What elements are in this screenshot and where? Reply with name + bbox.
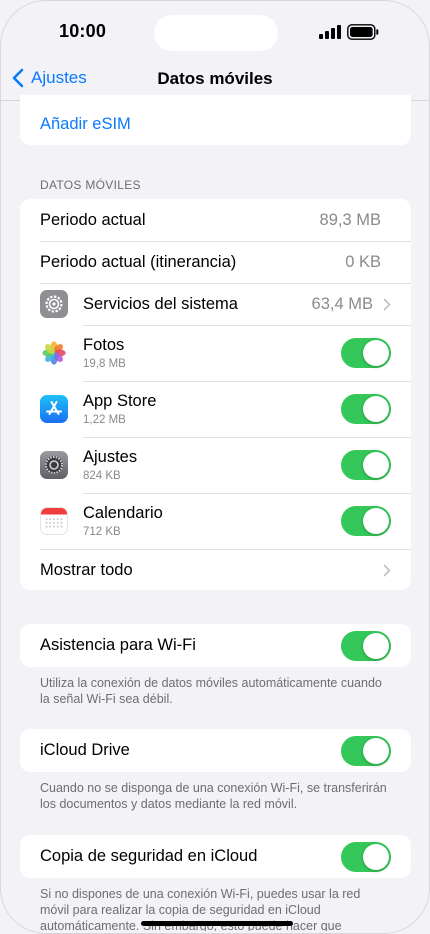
wifi-assist-footnote: Utiliza la conexión de datos móviles aut… (40, 676, 382, 706)
toggle-icloud-backup[interactable] (341, 841, 391, 872)
app-name: App Store (83, 392, 157, 410)
status-bar: 10:00 (1, 1, 429, 57)
app-texts: Ajustes 824 KB (83, 448, 137, 482)
dynamic-island (154, 15, 278, 51)
toggle-photos[interactable] (341, 338, 391, 368)
toggle-calendar[interactable] (341, 506, 391, 536)
app-row-settings: Ajustes 824 KB (20, 437, 411, 493)
icloud-drive-label: iCloud Drive (40, 741, 130, 759)
page-title: Datos móviles (157, 69, 273, 88)
icloud-backup-row: Copia de seguridad en iCloud (20, 835, 411, 878)
icloud-backup-label: Copia de seguridad en iCloud (40, 847, 258, 865)
current-period-label: Periodo actual (40, 210, 146, 229)
app-size: 824 KB (83, 470, 121, 482)
home-indicator (141, 921, 293, 926)
app-name: Fotos (83, 336, 125, 354)
system-services-value: 63,4 MB (311, 294, 373, 313)
icloud-drive-footnote: Cuando no se disponga de una conexión Wi… (40, 781, 387, 811)
roaming-period-label: Periodo actual (itinerancia) (40, 252, 237, 271)
mobile-data-group: Periodo actual 89,3 MB Periodo actual (i… (20, 199, 411, 590)
toggle-wifi-assist[interactable] (341, 630, 391, 661)
app-store-icon (40, 395, 68, 423)
wifi-assist-row: Asistencia para Wi-Fi (20, 624, 411, 667)
system-services-row[interactable]: Servicios del sistema 63,4 MB (20, 283, 411, 325)
phone-screen: 10:00 Ajustes Datos móviles Añadir eSIM (0, 0, 430, 934)
app-texts: Calendario 712 KB (83, 504, 163, 538)
app-name: Ajustes (83, 448, 138, 466)
app-size: 712 KB (83, 526, 121, 538)
mobile-data-section-header: DATOS MÓVILES (40, 178, 141, 192)
toggle-icloud-drive[interactable] (341, 735, 391, 766)
chevron-right-icon (383, 564, 391, 577)
photos-icon (40, 339, 68, 367)
chevron-right-icon (383, 298, 391, 310)
show-all-row[interactable]: Mostrar todo (20, 549, 411, 590)
cellular-signal-icon (319, 25, 341, 39)
app-name: Calendario (83, 504, 163, 522)
settings-icon (40, 451, 68, 479)
esim-group: Añadir eSIM (20, 95, 411, 145)
roaming-period-value: 0 KB (345, 252, 381, 271)
toggle-app-store[interactable] (341, 394, 391, 424)
app-row-photos: Fotos 19,8 MB (20, 325, 411, 381)
roaming-period-row: Periodo actual (itinerancia) 0 KB (20, 241, 411, 283)
show-all-label: Mostrar todo (40, 561, 133, 579)
calendar-icon (40, 507, 68, 535)
toggle-settings[interactable] (341, 450, 391, 480)
app-row-calendar: Calendario 712 KB (20, 493, 411, 549)
navigation-bar: Ajustes Datos móviles (1, 59, 429, 99)
add-esim-link[interactable]: Añadir eSIM (40, 115, 131, 134)
app-size: 1,22 MB (83, 414, 126, 426)
icloud-backup-group: Copia de seguridad en iCloud (20, 835, 411, 878)
status-time: 10:00 (59, 21, 107, 41)
wifi-assist-label: Asistencia para Wi-Fi (40, 636, 196, 654)
app-size: 19,8 MB (83, 358, 126, 370)
app-texts: App Store 1,22 MB (83, 392, 156, 426)
wifi-assist-group: Asistencia para Wi-Fi (20, 624, 411, 667)
icloud-drive-row: iCloud Drive (20, 729, 411, 772)
app-texts: Fotos 19,8 MB (83, 336, 126, 370)
system-services-label: Servicios del sistema (83, 294, 238, 313)
icloud-drive-group: iCloud Drive (20, 729, 411, 772)
current-period-row: Periodo actual 89,3 MB (20, 199, 411, 241)
add-esim-row[interactable]: Añadir eSIM (20, 95, 411, 145)
battery-icon (347, 24, 379, 40)
system-services-gear-icon (40, 290, 68, 318)
current-period-value: 89,3 MB (319, 210, 381, 229)
app-row-app-store: App Store 1,22 MB (20, 381, 411, 437)
